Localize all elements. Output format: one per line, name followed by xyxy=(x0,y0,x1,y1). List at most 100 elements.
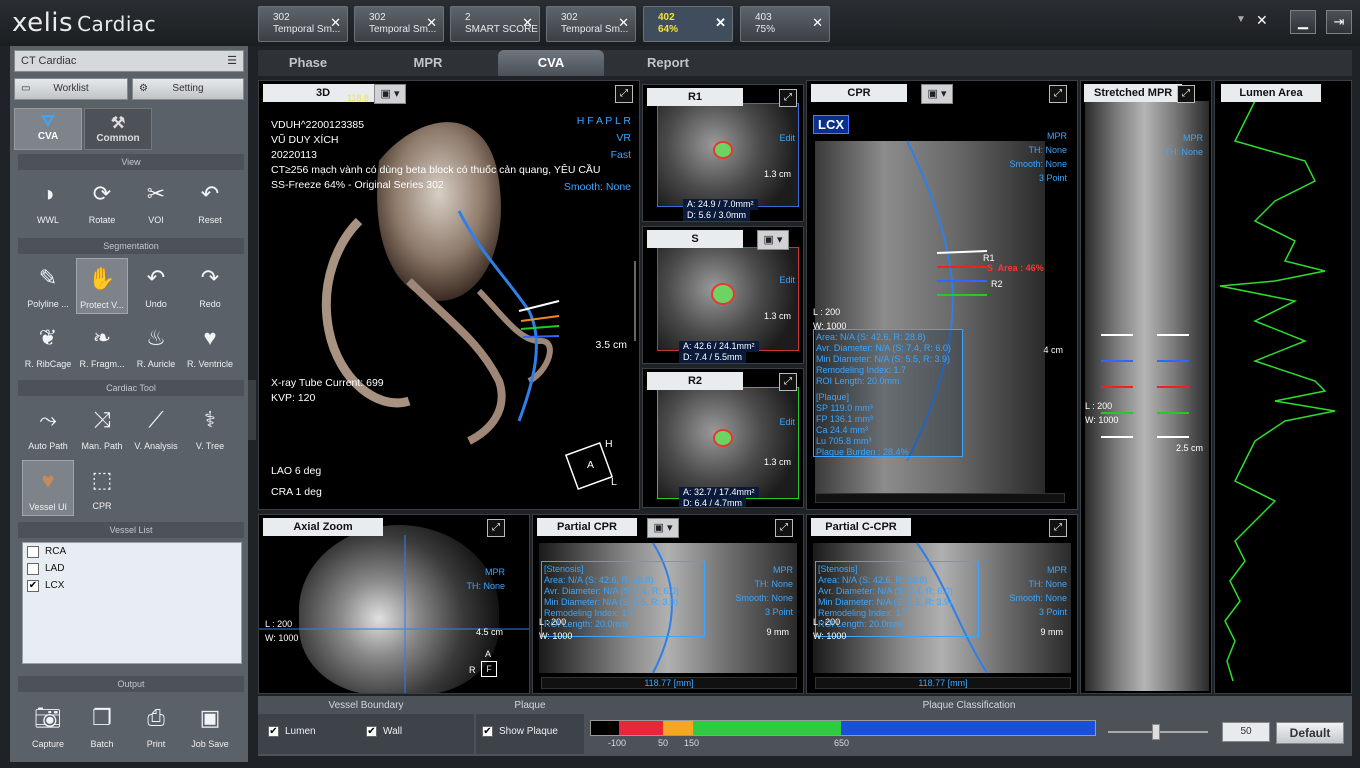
remove-ventricle-tool[interactable]: ♥ R. Ventricle xyxy=(184,318,236,374)
show-plaque-checkbox[interactable]: ✔ Show Plaque xyxy=(482,726,558,737)
lumen-checkbox[interactable]: ✔ Lumen xyxy=(268,726,316,737)
manual-path-tool[interactable]: ⤨ Man. Path xyxy=(76,400,128,456)
exit-button[interactable]: ⇥ xyxy=(1326,10,1352,34)
voi-tool[interactable]: ✂ VOI xyxy=(130,174,182,230)
tab-phase[interactable]: Phase xyxy=(258,50,358,76)
wall-checkbox[interactable]: ✔ Wall xyxy=(366,726,402,737)
wwl-tool[interactable]: ◑ WWL xyxy=(22,174,74,230)
close-icon[interactable]: ✕ xyxy=(330,16,341,29)
vessel-analysis-tool[interactable]: ⟋ V. Analysis xyxy=(130,400,182,456)
maximize-icon[interactable]: ⤢ xyxy=(615,85,633,103)
diameter-label: D: 6.4 / 4.7mm xyxy=(679,498,747,507)
vessel-ui-tool[interactable]: ♥ Vessel UI xyxy=(22,460,74,516)
polyline-tool[interactable]: ✎ Polyline ... xyxy=(22,258,74,314)
slider-thumb[interactable] xyxy=(1152,724,1160,740)
patient-tab-active[interactable]: 402 64% ✕ xyxy=(643,6,733,42)
viewport-r1[interactable]: R1 ⤢ Edit 1.3 cm A: 24.9 / 7.0mm² D: 5.6… xyxy=(642,84,804,222)
viewport-partial-c-cpr[interactable]: Partial C-CPR ⤢ MPR TH: None Smooth: Non… xyxy=(806,514,1078,694)
panel-splitter[interactable] xyxy=(248,380,256,440)
camera-button[interactable]: ▣ ▾ xyxy=(374,84,406,104)
orientation-labels: H F A P L R xyxy=(576,115,631,127)
print-tool[interactable]: ⎙ Print xyxy=(130,698,182,754)
maximize-icon[interactable]: ⤢ xyxy=(1049,85,1067,103)
fragment-icon: ❧ xyxy=(92,325,112,350)
worklist-button[interactable]: ▭ Worklist xyxy=(14,78,128,100)
checkbox-checked[interactable]: ✔ xyxy=(366,726,377,737)
vessel-list: RCA LAD ✔ LCX xyxy=(22,542,242,664)
checkbox-checked[interactable]: ✔ xyxy=(482,726,493,737)
close-icon[interactable]: ✕ xyxy=(426,16,437,29)
vessel-tree-tool[interactable]: ⚕ V. Tree xyxy=(184,400,236,456)
auto-path-tool[interactable]: ⤳ Auto Path xyxy=(22,400,74,456)
tab-mpr[interactable]: MPR xyxy=(378,50,478,76)
color-segment-red xyxy=(619,721,663,735)
vessel-item-lcx[interactable]: ✔ LCX xyxy=(23,577,241,594)
viewport-stretched-mpr[interactable]: Stretched MPR ⤢ MPR TH: None L : 200 W: … xyxy=(1080,80,1212,694)
camera-button[interactable]: ▣ ▾ xyxy=(921,84,953,104)
protect-vessel-tool[interactable]: ✋ Protect V... xyxy=(76,258,128,314)
protocol-dropdown[interactable]: CT Cardiac ☰ xyxy=(14,50,244,72)
remove-fragment-tool[interactable]: ❧ R. Fragm... xyxy=(76,318,128,374)
camera-icon: 📷︎ xyxy=(34,705,62,730)
minimize-button[interactable]: ▁ xyxy=(1290,10,1316,34)
patient-tab[interactable]: 302 Temporal Sm... ✕ xyxy=(258,6,348,42)
tab-cva[interactable]: CVA xyxy=(498,50,604,76)
vessel-item-rca[interactable]: RCA xyxy=(23,543,241,560)
th-label: TH: None xyxy=(1164,147,1203,157)
checkbox-checked[interactable]: ✔ xyxy=(27,579,39,592)
maximize-icon[interactable]: ⤢ xyxy=(779,89,797,107)
reset-tool[interactable]: ↶ Reset xyxy=(184,174,236,230)
rotate-tool[interactable]: ⟳ Rotate xyxy=(76,174,128,230)
job-save-tool[interactable]: ▣ Job Save xyxy=(184,698,236,754)
undo-tool[interactable]: ↶ Undo xyxy=(130,258,182,314)
maximize-icon[interactable]: ⤢ xyxy=(487,519,505,537)
plaque-lu: Lu 705.8 mm³ xyxy=(816,436,872,446)
checkbox[interactable] xyxy=(27,545,39,558)
tab-cva[interactable]: ⛛ CVA xyxy=(14,108,82,150)
checkbox-checked[interactable]: ✔ xyxy=(268,726,279,737)
batch-tool[interactable]: ❐ Batch xyxy=(76,698,128,754)
vessel-item-lad[interactable]: LAD xyxy=(23,560,241,577)
remove-auricle-tool[interactable]: ♨ R. Auricle xyxy=(130,318,182,374)
patient-tab[interactable]: 302 Temporal Sm... ✕ xyxy=(546,6,636,42)
checkbox[interactable] xyxy=(27,562,39,575)
close-all-icon[interactable]: ✕ xyxy=(1256,12,1268,29)
viewport-cpr[interactable]: CPR ▣ ▾ ⤢ LCX MPR TH: None Smooth: None … xyxy=(806,80,1078,510)
remove-ribcage-tool[interactable]: ❦ R. RibCage xyxy=(22,318,74,374)
close-icon[interactable]: ✕ xyxy=(618,16,629,29)
viewport-3d[interactable]: 3D 118.8 ▣ ▾ ⤢ VDUH^2200123385 VŨ DUY XÍ… xyxy=(258,80,640,510)
plaque-color-bar[interactable] xyxy=(590,720,1096,736)
tab-report[interactable]: Report xyxy=(618,50,718,76)
maximize-icon[interactable]: ⤢ xyxy=(1049,519,1067,537)
default-button[interactable]: Default xyxy=(1276,722,1344,744)
tab-common[interactable]: ⚒ Common xyxy=(84,108,152,150)
cpr-tool[interactable]: ⬚ CPR xyxy=(76,460,128,516)
viewport-partial-cpr[interactable]: Partial CPR ▣ ▾ ⤢ MPR TH: None Smooth: N… xyxy=(532,514,804,694)
viewport-lumen-area[interactable]: Lumen Area xyxy=(1214,80,1352,694)
camera-button[interactable]: ▣ ▾ xyxy=(757,230,789,250)
viewport-r2[interactable]: R2 ⤢ Edit 1.3 cm A: 32.7 / 17.4mm² D: 6.… xyxy=(642,368,804,508)
patient-tab[interactable]: 403 75% ✕ xyxy=(740,6,830,42)
patient-tab[interactable]: 2 SMART SCORE ✕ xyxy=(450,6,540,42)
close-icon[interactable]: ✕ xyxy=(715,16,726,29)
setting-button[interactable]: ⚙ Setting xyxy=(132,78,244,100)
patient-tab[interactable]: 302 Temporal Sm... ✕ xyxy=(354,6,444,42)
close-icon[interactable]: ✕ xyxy=(522,16,533,29)
section-output: Output xyxy=(18,676,244,692)
maximize-icon[interactable]: ⤢ xyxy=(1177,85,1195,103)
save-icon: ▣ xyxy=(199,705,221,730)
cpr-scrollbar[interactable] xyxy=(815,493,1065,503)
viewport-axial-zoom[interactable]: Axial Zoom ⤢ MPR TH: None L : 200 W: 100… xyxy=(258,514,530,694)
length-bar[interactable]: 118.77 [mm] xyxy=(815,677,1071,689)
redo-tool[interactable]: ↷ Redo xyxy=(184,258,236,314)
protect-icon: ✋ xyxy=(88,266,116,291)
dropdown-arrow-icon[interactable]: ▼ xyxy=(1236,14,1246,25)
capture-tool[interactable]: 📷︎ Capture xyxy=(22,698,74,754)
close-icon[interactable]: ✕ xyxy=(812,16,823,29)
maximize-icon[interactable]: ⤢ xyxy=(779,373,797,391)
length-bar[interactable]: 118.77 [mm] xyxy=(541,677,797,689)
value-input[interactable]: 50 xyxy=(1222,722,1270,742)
maximize-icon[interactable]: ⤢ xyxy=(775,519,793,537)
viewport-s[interactable]: S ▣ ▾ Edit 1.3 cm A: 42.6 / 24.1mm² D: 7… xyxy=(642,226,804,364)
camera-button[interactable]: ▣ ▾ xyxy=(647,518,679,538)
